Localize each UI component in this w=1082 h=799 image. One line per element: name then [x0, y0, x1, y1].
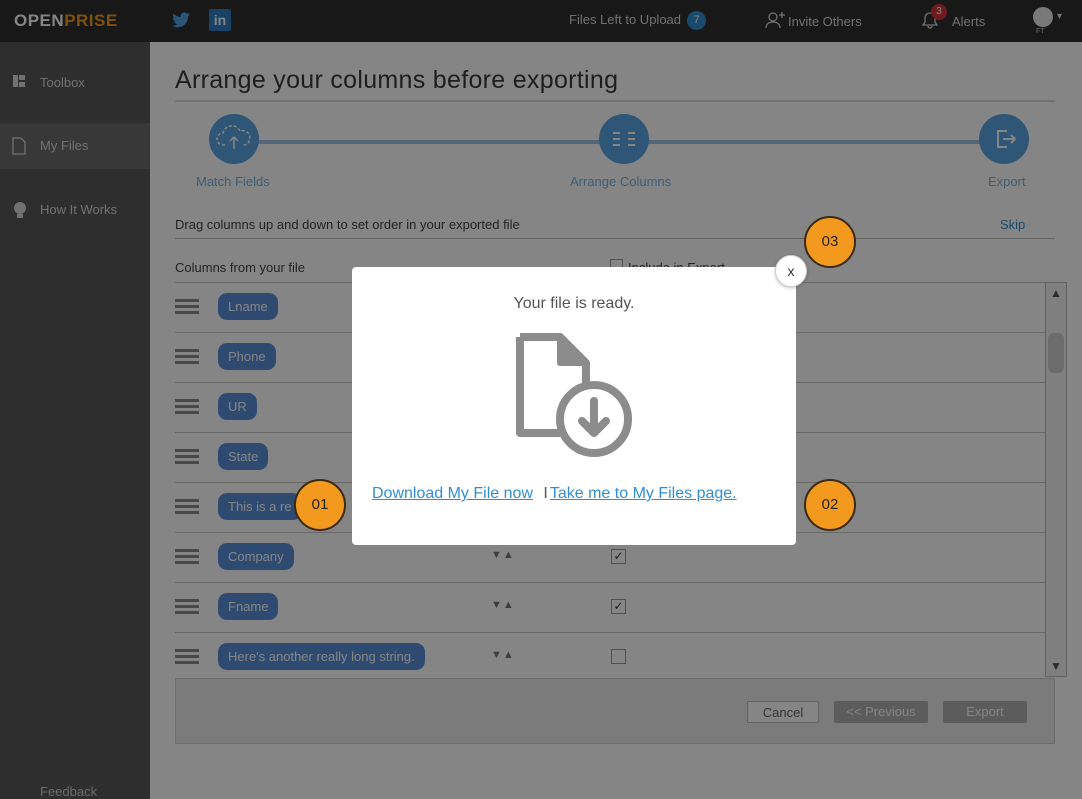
download-file-link[interactable]: Download My File now — [372, 485, 533, 502]
modal-title: Your file is ready. — [513, 295, 635, 312]
close-icon[interactable]: x — [775, 255, 807, 287]
my-files-link[interactable]: Take me to My Files page. — [550, 485, 737, 502]
modal-links: Download My File now I Take me to My File… — [372, 485, 737, 503]
file-ready-modal: Your file is ready. Download My File now… — [352, 267, 796, 545]
callout-badge: 03 — [804, 216, 856, 268]
file-download-icon — [516, 333, 632, 457]
link-separator: I — [543, 485, 548, 502]
callout-badge: 01 — [294, 479, 346, 531]
callout-badge: 02 — [804, 479, 856, 531]
